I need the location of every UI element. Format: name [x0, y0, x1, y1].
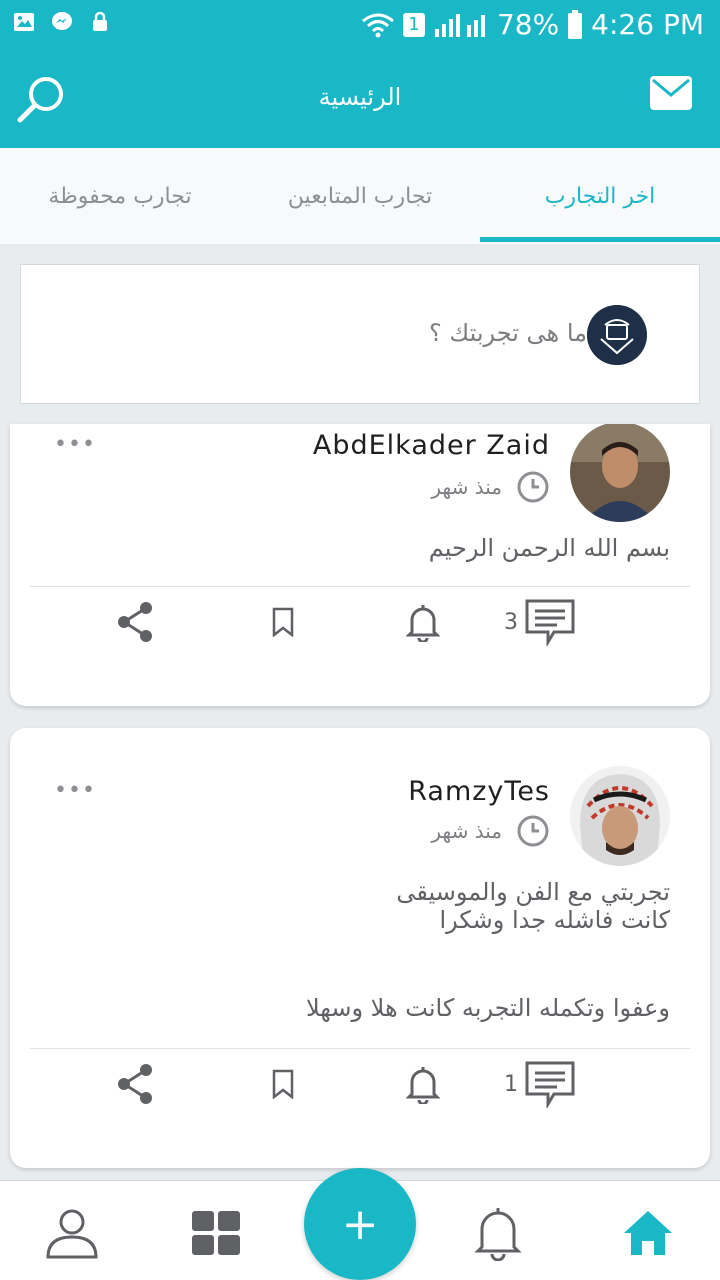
bookmark-icon — [272, 607, 294, 637]
notify-button[interactable] — [406, 598, 440, 646]
sim-badge: 1 — [402, 12, 425, 37]
post-composer[interactable]: ما هى تجربتك ؟ — [20, 264, 700, 404]
more-options-button[interactable]: ••• — [54, 432, 96, 457]
divider — [30, 586, 690, 587]
comment-icon — [525, 1061, 575, 1108]
notify-button[interactable] — [406, 1060, 440, 1108]
lock-icon — [93, 11, 107, 31]
comment-button[interactable]: 1 — [504, 1060, 576, 1108]
post-time-label: منذ شهر — [431, 475, 502, 499]
page-title: الرئيسية — [318, 83, 402, 111]
post-card: AbdElkader Zaid منذ شهر ••• بسم الله الر… — [10, 424, 710, 706]
post-text: كانت فاشله جدا وشكرا — [439, 906, 670, 934]
bell-icon — [406, 1067, 440, 1104]
mail-icon[interactable] — [650, 76, 692, 110]
clock-icon — [517, 471, 549, 503]
post-username[interactable]: RamzyTes — [408, 776, 550, 807]
avatar[interactable] — [570, 766, 670, 866]
status-bar: 1 78% 4:26 PM — [0, 0, 720, 50]
bell-icon[interactable] — [470, 1205, 526, 1261]
profile-icon[interactable] — [44, 1205, 100, 1261]
app-bar: الرئيسية — [0, 50, 720, 148]
post-time-label: منذ شهر — [431, 819, 502, 843]
post-time: منذ شهر — [431, 470, 550, 504]
divider — [30, 1048, 690, 1049]
bookmark-button[interactable] — [270, 598, 296, 646]
signal-icon — [434, 13, 485, 37]
tab-saved-experiences[interactable]: تجارب محفوظة — [0, 148, 240, 244]
composer-avatar — [587, 305, 647, 365]
post-text: بسم الله الرحمن الرحيم — [428, 534, 670, 562]
share-button[interactable] — [116, 598, 156, 646]
avatar[interactable] — [570, 424, 670, 522]
home-icon[interactable] — [620, 1205, 676, 1261]
post-actions: 1 — [10, 1054, 710, 1114]
post-text: وعفوا وتكمله التجربه كانت هلا وسهلا — [305, 994, 670, 1022]
comment-icon — [525, 599, 575, 646]
post-username[interactable]: AbdElkader Zaid — [313, 430, 550, 461]
bookmark-icon — [272, 1069, 294, 1099]
grid-icon[interactable] — [188, 1205, 244, 1261]
clock: 4:26 PM — [591, 8, 704, 41]
tab-bar: اخر التجارب تجارب المتابعين تجارب محفوظة — [0, 148, 720, 244]
post-actions: 3 — [10, 592, 710, 652]
more-options-button[interactable]: ••• — [54, 778, 96, 803]
share-icon — [118, 602, 152, 642]
post-time: منذ شهر — [431, 814, 550, 848]
comment-count: 3 — [504, 609, 518, 635]
gallery-icon — [14, 13, 34, 31]
share-button[interactable] — [116, 1060, 156, 1108]
messenger-icon — [52, 12, 72, 30]
comment-button[interactable]: 3 — [504, 598, 576, 646]
tab-following-experiences[interactable]: تجارب المتابعين — [240, 148, 480, 244]
tab-indicator — [480, 237, 720, 242]
add-experience-button[interactable]: + — [304, 1168, 416, 1280]
comment-count: 1 — [504, 1071, 518, 1097]
clock-icon — [517, 815, 549, 847]
composer-prompt: ما هى تجربتك ؟ — [428, 319, 587, 347]
tab-latest-experiences[interactable]: اخر التجارب — [480, 148, 720, 244]
post-text: تجربتي مع الفن والموسيقى — [396, 878, 670, 906]
post-card: RamzyTes منذ شهر ••• تجربتي مع الفن والم… — [10, 728, 710, 1168]
battery-icon — [568, 9, 583, 39]
share-icon — [118, 1064, 152, 1104]
bell-icon — [406, 605, 440, 642]
bookmark-button[interactable] — [270, 1060, 296, 1108]
wifi-icon — [362, 13, 394, 37]
battery-percentage: 78% — [496, 8, 560, 41]
